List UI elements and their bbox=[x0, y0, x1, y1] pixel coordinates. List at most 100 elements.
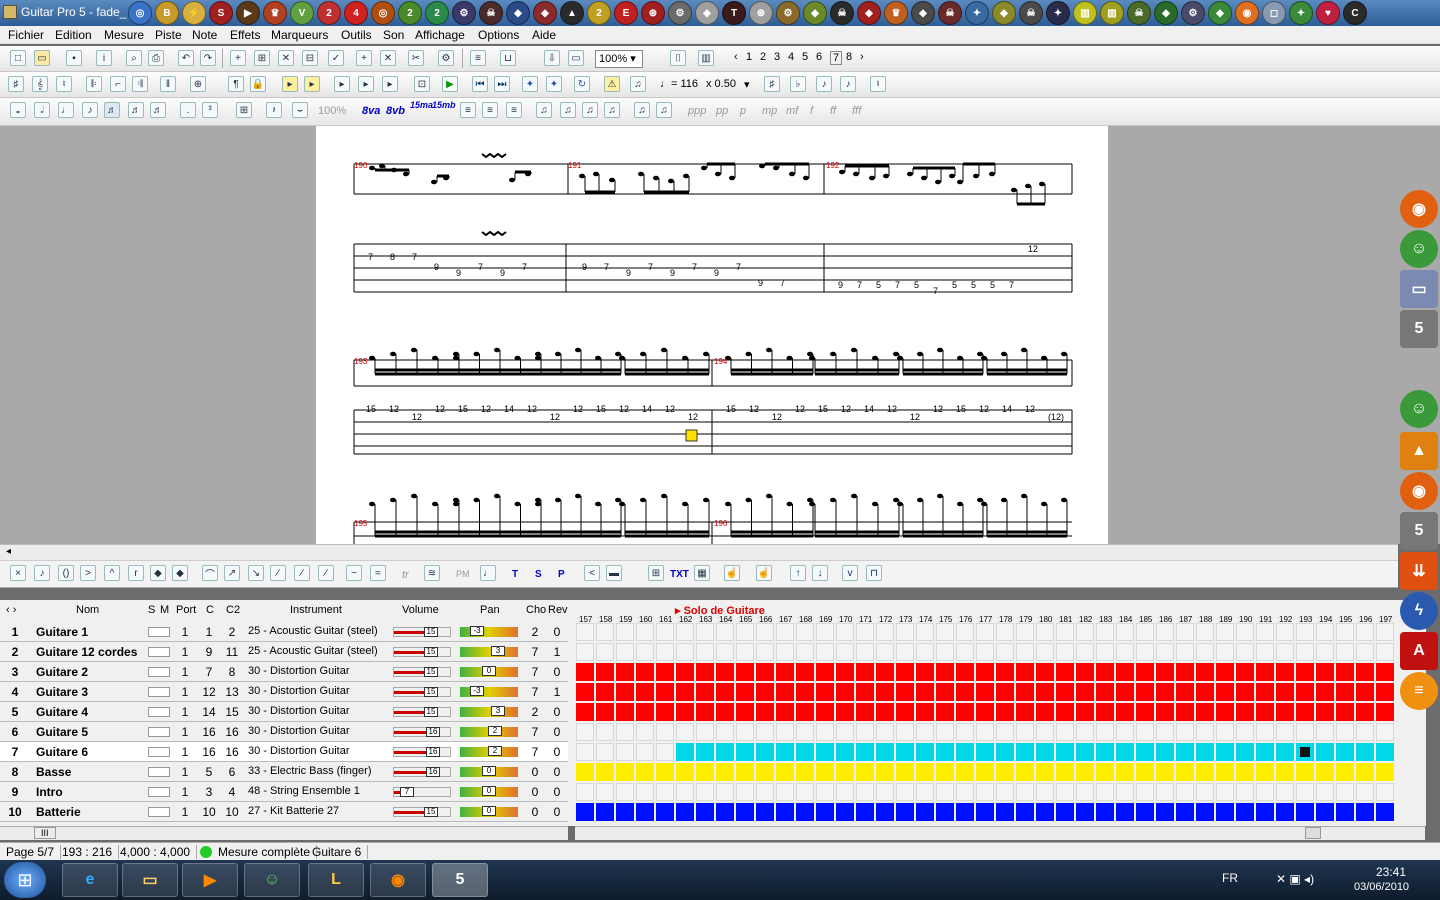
grid-measure-cell[interactable] bbox=[1076, 663, 1094, 681]
grid-measure-cell[interactable] bbox=[1156, 803, 1174, 821]
grid-measure-cell[interactable] bbox=[836, 803, 854, 821]
note-head[interactable] bbox=[830, 497, 836, 503]
lock-icon[interactable]: 🔒 bbox=[250, 76, 266, 92]
grid-measure-cell[interactable] bbox=[956, 723, 974, 741]
track-instrument[interactable]: 25 - Acoustic Guitar (steel) bbox=[248, 625, 378, 637]
track-row[interactable]: 10 Batterie 1 10 10 27 - Kit Batterie 27 15 0 0 0 bbox=[0, 802, 568, 822]
grid-measure-cell[interactable] bbox=[1136, 763, 1154, 781]
grid-measure-cell[interactable] bbox=[896, 683, 914, 701]
new-file-icon[interactable]: □ bbox=[10, 50, 26, 66]
volume-slider[interactable]: 16 bbox=[393, 747, 451, 757]
note-head[interactable] bbox=[535, 355, 541, 361]
tab-fret-number[interactable]: 15 bbox=[366, 404, 376, 414]
note-head[interactable] bbox=[759, 163, 765, 169]
grid-measure-cell[interactable] bbox=[1356, 663, 1374, 681]
grid-measure-cell[interactable] bbox=[1276, 783, 1294, 801]
pan-slider[interactable]: 0 bbox=[460, 766, 518, 777]
track-port[interactable]: 1 bbox=[178, 745, 192, 759]
tab-fret-number[interactable]: 12 bbox=[412, 412, 422, 422]
track-port[interactable]: 1 bbox=[178, 805, 192, 819]
note-head[interactable] bbox=[615, 497, 621, 503]
grid-measure-cell[interactable] bbox=[1376, 643, 1394, 661]
track-reverb[interactable]: 0 bbox=[550, 785, 564, 799]
solo-mute-checkbox[interactable] bbox=[148, 707, 170, 717]
grid-measure-cell[interactable] bbox=[916, 643, 934, 661]
note-head[interactable] bbox=[683, 173, 689, 179]
pdf-icon[interactable]: A bbox=[1400, 632, 1438, 670]
track-chorus[interactable]: 7 bbox=[528, 645, 542, 659]
note-head[interactable] bbox=[807, 351, 813, 357]
note-head[interactable] bbox=[1041, 501, 1047, 507]
eighth-note-icon[interactable]: ♪ bbox=[82, 102, 98, 118]
page-1[interactable]: 1 bbox=[746, 51, 752, 63]
grid-measure-cell[interactable] bbox=[836, 763, 854, 781]
stem-up-icon[interactable]: ♫ bbox=[560, 102, 576, 118]
track-channel[interactable]: 10 bbox=[200, 805, 218, 819]
note-head[interactable] bbox=[555, 497, 561, 503]
octave-15mb[interactable]: 15mb bbox=[432, 100, 456, 110]
tab-fret-number[interactable]: 15 bbox=[458, 404, 468, 414]
grid-measure-cell[interactable] bbox=[896, 803, 914, 821]
grid-measure-cell[interactable] bbox=[596, 743, 614, 761]
note-head[interactable] bbox=[883, 173, 889, 179]
grid-measure-cell[interactable] bbox=[776, 763, 794, 781]
grid-measure-cell[interactable] bbox=[1116, 663, 1134, 681]
grid-measure-cell[interactable] bbox=[616, 723, 634, 741]
v-button-icon[interactable]: v bbox=[842, 565, 858, 581]
grid-measure-cell[interactable] bbox=[1336, 663, 1354, 681]
grid-measure-cell[interactable] bbox=[576, 623, 594, 641]
grid-measure-cell[interactable] bbox=[1016, 783, 1034, 801]
grid-measure-cell[interactable] bbox=[1336, 763, 1354, 781]
track-reverb[interactable]: 0 bbox=[550, 765, 564, 779]
note-head[interactable] bbox=[609, 177, 615, 183]
volume-slider[interactable]: 15 bbox=[393, 647, 451, 657]
grid-measure-cell[interactable] bbox=[1076, 703, 1094, 721]
desktop-shortcut-icon[interactable]: ◆ bbox=[911, 1, 935, 25]
grid-measure-cell[interactable] bbox=[996, 723, 1014, 741]
ghost-note-icon[interactable]: ♪ bbox=[34, 565, 50, 581]
grid-measure-cell[interactable] bbox=[576, 783, 594, 801]
cut-icon[interactable]: ✂ bbox=[408, 50, 424, 66]
track-reverb[interactable]: 1 bbox=[550, 645, 564, 659]
solo-mute-checkbox[interactable] bbox=[148, 787, 170, 797]
grid-measure-cell[interactable] bbox=[1136, 743, 1154, 761]
note-head[interactable] bbox=[1001, 497, 1007, 503]
beam-icon[interactable]: ♫ bbox=[604, 102, 620, 118]
desktop-shortcut-icon[interactable]: ▲ bbox=[560, 1, 584, 25]
desktop-shortcut-icon[interactable]: ✦ bbox=[1289, 1, 1313, 25]
grid-measure-cell[interactable] bbox=[656, 723, 674, 741]
grid-measure-cell[interactable] bbox=[1156, 703, 1174, 721]
score-hscroll[interactable]: ◂ bbox=[0, 544, 1398, 560]
grid-measure-cell[interactable] bbox=[716, 743, 734, 761]
note-head[interactable] bbox=[807, 497, 813, 503]
track-row[interactable]: 1 Guitare 1 1 1 2 25 - Acoustic Guitar (steel… bbox=[0, 622, 568, 642]
vibrato-btn-icon[interactable]: ~ bbox=[346, 565, 362, 581]
trill-button[interactable]: tr bbox=[402, 569, 409, 581]
grid-measure-cell[interactable] bbox=[996, 683, 1014, 701]
track-channel2[interactable]: 15 bbox=[222, 705, 242, 719]
track-reverb[interactable]: 0 bbox=[550, 625, 564, 639]
note-head[interactable] bbox=[494, 347, 500, 353]
note-head[interactable] bbox=[937, 347, 943, 353]
grid-measure-cell[interactable] bbox=[696, 783, 714, 801]
grid-measure-cell[interactable] bbox=[856, 723, 874, 741]
grid-measure-cell[interactable] bbox=[816, 703, 834, 721]
track-reverb[interactable]: 0 bbox=[550, 725, 564, 739]
grid-measure-cell[interactable] bbox=[1216, 703, 1234, 721]
desktop-shortcut-icon[interactable]: ⊛ bbox=[641, 1, 665, 25]
volume-slider[interactable]: 15 bbox=[393, 807, 451, 817]
note-head[interactable] bbox=[869, 175, 875, 181]
grid-measure-cell[interactable] bbox=[776, 663, 794, 681]
tab-fret-number[interactable]: 12 bbox=[795, 404, 805, 414]
dotted-icon[interactable]: . bbox=[180, 102, 196, 118]
grid-measure-cell[interactable] bbox=[936, 683, 954, 701]
note-head[interactable] bbox=[773, 165, 779, 171]
grid-measure-cell[interactable] bbox=[1376, 683, 1394, 701]
tab-fret-number[interactable]: 12 bbox=[550, 412, 560, 422]
grid-measure-cell[interactable] bbox=[1356, 623, 1374, 641]
grid-measure-cell[interactable] bbox=[1056, 723, 1074, 741]
grid-measure-cell[interactable] bbox=[1236, 783, 1254, 801]
grid-measure-cell[interactable] bbox=[936, 623, 954, 641]
grid-measure-cell[interactable] bbox=[1036, 623, 1054, 641]
repeat-close-icon[interactable]: 𝄇 bbox=[132, 76, 148, 92]
